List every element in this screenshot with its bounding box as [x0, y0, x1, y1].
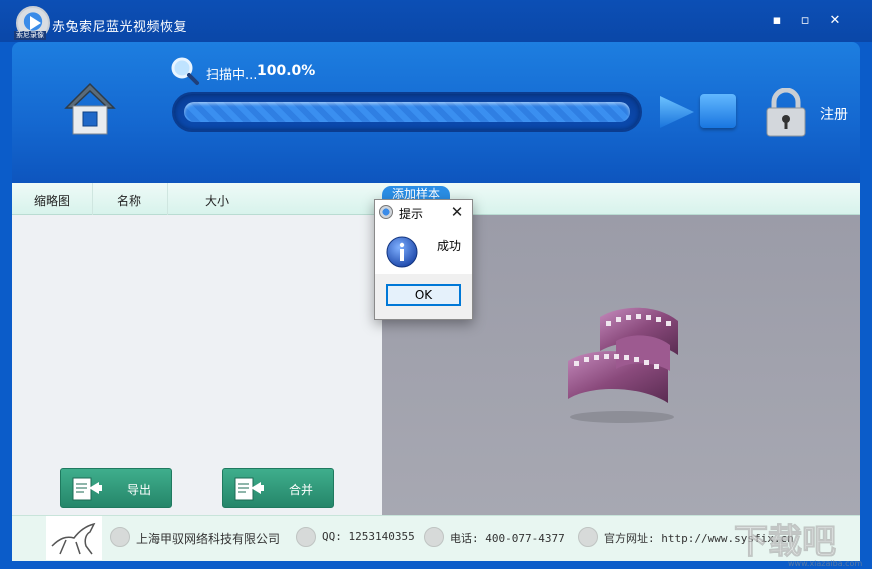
search-icon — [171, 57, 199, 85]
company-name: 上海甲驭网络科技有限公司 — [136, 532, 281, 546]
column-divider — [167, 183, 168, 215]
watermark-url: www.xiazaiba.com — [788, 559, 862, 568]
dialog-app-icon — [379, 205, 393, 219]
minimize-button[interactable]: ▪ — [768, 12, 786, 30]
dialog-message: 成功 — [437, 239, 462, 253]
column-name[interactable]: 名称 — [117, 192, 141, 209]
dialog-footer: OK — [375, 274, 472, 319]
register-button[interactable]: 注册 — [820, 104, 848, 124]
scan-percent: 100.0% — [257, 63, 316, 79]
dialog-close-button[interactable]: ✕ — [447, 202, 467, 222]
stop-icon[interactable] — [700, 94, 736, 128]
info-icon — [386, 236, 418, 268]
export-label: 导出 — [127, 483, 152, 497]
watermark-logo: 下载吧 www.xiazaiba.com — [734, 522, 863, 569]
message-dialog: 提示 ✕ 成功 OK — [374, 199, 473, 320]
film-reel-image — [568, 307, 678, 423]
merge-button[interactable]: 合并 — [222, 468, 334, 508]
dialog-titlebar[interactable]: 提示 ✕ — [375, 200, 472, 224]
lock-icon[interactable] — [764, 88, 808, 138]
play-icon[interactable] — [658, 92, 698, 132]
watermark-text: 下载吧 — [734, 522, 836, 562]
scan-header: 扫描中... 100.0% 注册 — [12, 42, 860, 183]
horse-logo-icon — [46, 516, 102, 560]
column-size[interactable]: 大小 — [205, 192, 229, 209]
ok-button[interactable]: OK — [386, 284, 461, 306]
column-thumbnail[interactable]: 缩略图 — [34, 192, 70, 209]
export-button[interactable]: 导出 — [60, 468, 172, 508]
home-icon[interactable] — [64, 82, 116, 138]
column-divider — [92, 183, 93, 215]
globe-icon — [578, 527, 598, 547]
merge-label: 合并 — [289, 483, 314, 497]
scan-progress-bar — [172, 92, 642, 132]
close-button[interactable]: ✕ — [826, 12, 844, 30]
merge-icon — [234, 477, 264, 501]
qq-icon — [296, 527, 316, 547]
qq-number: QQ: 1253140355 — [322, 530, 415, 543]
dialog-body: 成功 — [375, 224, 472, 274]
scan-status-label: 扫描中... — [206, 68, 258, 83]
phone-number: 电话: 400-077-4377 — [450, 532, 565, 545]
maximize-button[interactable]: ▫ — [796, 12, 814, 30]
window-titlebar: 索尼录像 赤兔索尼蓝光视频恢复 ▪ ▫ ✕ — [0, 0, 872, 42]
dialog-title: 提示 — [399, 207, 424, 221]
scan-progress-fill — [184, 102, 630, 122]
phone-icon — [424, 527, 444, 547]
app-logo-caption: 索尼录像 — [14, 31, 46, 40]
file-list-pane[interactable]: 导出 合并 — [12, 215, 382, 515]
export-icon — [72, 477, 102, 501]
company-icon — [110, 527, 130, 547]
app-title: 赤兔索尼蓝光视频恢复 — [52, 20, 188, 35]
